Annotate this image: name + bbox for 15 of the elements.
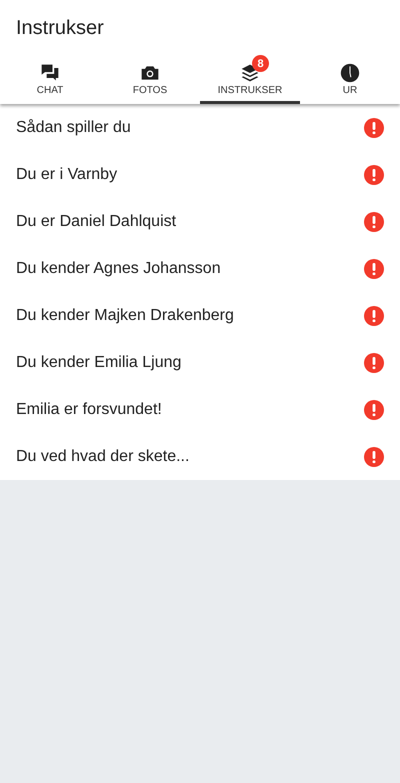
list-item[interactable]: Sådan spiller du: [0, 104, 400, 151]
tab[interactable]: CHAT: [0, 53, 100, 104]
chat-icon: [39, 63, 61, 83]
list-item[interactable]: Du kender Emilia Ljung: [0, 339, 400, 386]
list-item[interactable]: Du kender Agnes Johansson: [0, 245, 400, 292]
list-item[interactable]: Du er i Varnby: [0, 151, 400, 198]
clock-icon: [340, 63, 360, 83]
list-item[interactable]: Du er Daniel Dahlquist: [0, 198, 400, 245]
list-item[interactable]: Du ved hvad der skete...: [0, 433, 400, 480]
tab[interactable]: UR: [300, 53, 400, 104]
list-item[interactable]: Emilia er forsvundet!: [0, 386, 400, 433]
list-item[interactable]: Du kender Majken Drakenberg: [0, 292, 400, 339]
tab[interactable]: FOTOS: [100, 53, 200, 104]
page-title: Instrukser: [15, 16, 105, 40]
count-badge: 8: [252, 55, 269, 72]
